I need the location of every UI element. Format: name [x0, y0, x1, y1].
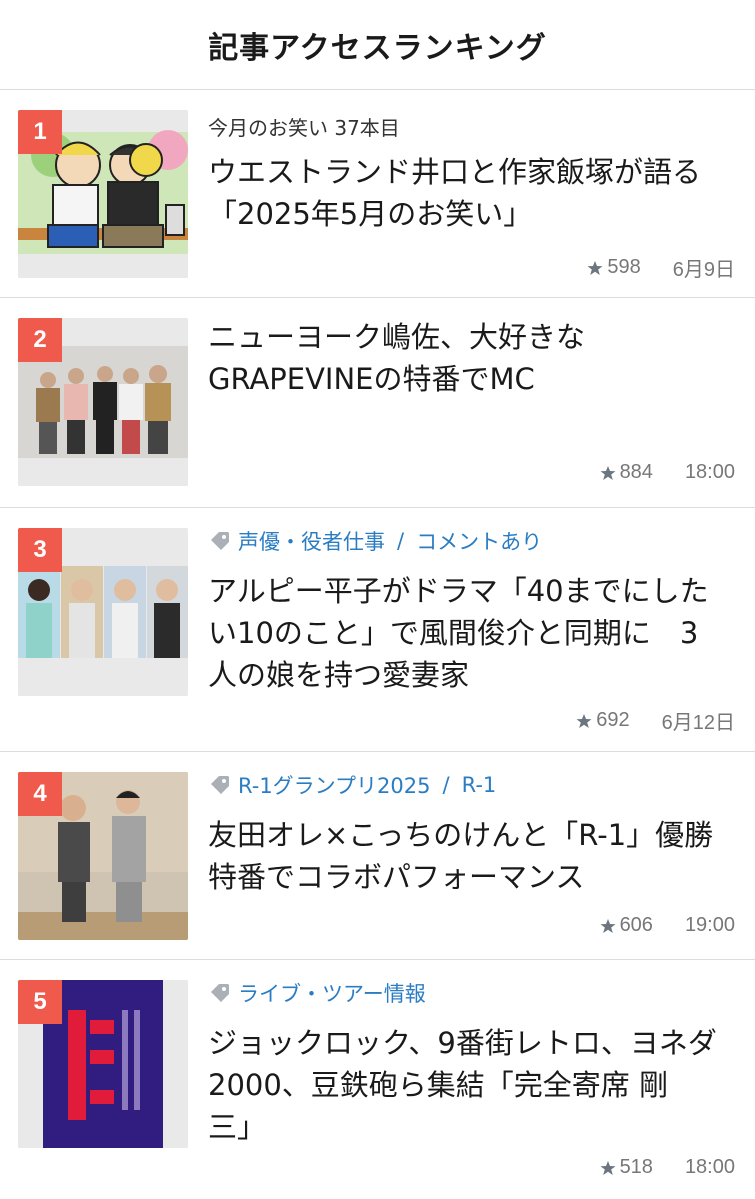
tag-separator: /: [397, 529, 405, 553]
star-icon: [587, 260, 603, 275]
article-title-line: い10のこと」で風間俊介と同期に 3: [208, 616, 699, 650]
tag-link[interactable]: R-1: [462, 773, 497, 797]
star-count: 884: [619, 461, 653, 483]
tag-link[interactable]: コメントあり: [416, 526, 542, 556]
ranking-item-1[interactable]: 1 今月のお笑い 37本目 ウエストランド井口と作家飯塚が語る 「2025年5月…: [0, 90, 755, 298]
page-header: 記事アクセスランキング: [0, 0, 755, 90]
publish-date: 6月12日: [661, 712, 735, 734]
rank-badge: 5: [18, 980, 62, 1024]
rank-badge: 1: [18, 110, 62, 154]
star-icon: [600, 1160, 616, 1175]
tag-icon: [211, 532, 229, 550]
publish-date: 6月9日: [672, 259, 735, 281]
ranking-item-4[interactable]: 4 R-1グランプリ2025 / R-1 友田オレ×こっちのけんと「R-1」優勝…: [0, 752, 755, 960]
article-title[interactable]: アルピー平子がドラマ「40までにした い10のこと」で風間俊介と同期に 3 人の…: [208, 570, 737, 696]
article-series-label[interactable]: 今月のお笑い 37本目: [208, 112, 737, 141]
tag-link[interactable]: R-1グランプリ2025: [238, 770, 431, 800]
article-title-line: アルピー平子がドラマ「40までにした: [208, 574, 709, 608]
article-meta: 606 19:00: [600, 914, 735, 937]
article-meta: 518 18:00: [600, 1156, 735, 1179]
article-thumbnail[interactable]: 4: [18, 772, 188, 940]
star-icon: [600, 918, 616, 933]
publish-date: 18:00: [684, 1156, 735, 1178]
page-title: 記事アクセスランキング: [208, 30, 547, 66]
publish-date: 19:00: [684, 914, 735, 936]
article-title[interactable]: 友田オレ×こっちのけんと「R-1」優勝 特番でコラボパフォーマンス: [208, 814, 737, 898]
article-meta: 598 6月9日: [587, 253, 735, 282]
tag-separator: /: [442, 773, 450, 797]
star-count: 598: [607, 256, 641, 278]
article-meta: 884 18:00: [600, 461, 735, 484]
tag-link[interactable]: 声優・役者仕事: [238, 526, 385, 556]
star-icon: [576, 713, 592, 728]
article-title[interactable]: ジョックロック、9番街レトロ、ヨネダ 2000、豆鉄砲ら集結「完全寄席 剛 三」: [208, 1022, 737, 1148]
article-thumbnail[interactable]: 5: [18, 980, 188, 1148]
ranking-item-2[interactable]: 2 ニューヨーク嶋佐、大好きな GRAPEVINEの特番でMC 884 18:0…: [0, 298, 755, 508]
tag-link[interactable]: ライブ・ツアー情報: [238, 978, 426, 1008]
article-title-line: ウエストランド井口と作家飯塚が語る: [208, 155, 702, 189]
article-tags: ライブ・ツアー情報: [208, 978, 737, 1008]
article-title-line: 2000、豆鉄砲ら集結「完全寄席 剛: [208, 1068, 669, 1102]
rank-badge: 2: [18, 318, 62, 362]
tag-icon: [211, 984, 229, 1002]
article-thumbnail[interactable]: 1: [18, 110, 188, 278]
tag-icon: [211, 776, 229, 794]
article-thumbnail[interactable]: 2: [18, 318, 188, 486]
article-title[interactable]: ウエストランド井口と作家飯塚が語る 「2025年5月のお笑い」: [208, 151, 737, 235]
article-title-line: 「2025年5月のお笑い」: [208, 197, 533, 231]
rank-badge: 3: [18, 528, 62, 572]
article-title-line: 友田オレ×こっちのけんと「R-1」優勝: [208, 818, 714, 852]
article-tags: R-1グランプリ2025 / R-1: [208, 770, 737, 800]
article-title-line: ニューヨーク嶋佐、大好きな: [208, 320, 586, 354]
star-count: 692: [596, 709, 630, 731]
article-title-line: 特番でコラボパフォーマンス: [208, 860, 585, 894]
article-title-line: 三」: [208, 1110, 267, 1144]
article-title-line: ジョックロック、9番街レトロ、ヨネダ: [208, 1026, 717, 1060]
star-count: 606: [619, 914, 653, 936]
ranking-item-5[interactable]: 5 ライブ・ツアー情報 ジョックロック、9番街レトロ、ヨネダ 2000、豆鉄砲ら…: [0, 960, 755, 1199]
article-thumbnail[interactable]: 3: [18, 528, 188, 696]
article-title-line: 人の娘を持つ愛妻家: [208, 658, 470, 692]
article-title-line: GRAPEVINEの特番でMC: [208, 362, 535, 396]
star-count: 518: [619, 1156, 653, 1178]
star-icon: [600, 465, 616, 480]
ranking-item-3[interactable]: 3 声優・役者仕事 / コメントあり アルピー平子がドラマ「40までにした い1…: [0, 508, 755, 752]
publish-date: 18:00: [684, 461, 735, 483]
article-title[interactable]: ニューヨーク嶋佐、大好きな GRAPEVINEの特番でMC: [208, 316, 737, 400]
article-tags: 声優・役者仕事 / コメントあり: [208, 526, 737, 556]
article-meta: 692 6月12日: [576, 706, 735, 735]
rank-badge: 4: [18, 772, 62, 816]
